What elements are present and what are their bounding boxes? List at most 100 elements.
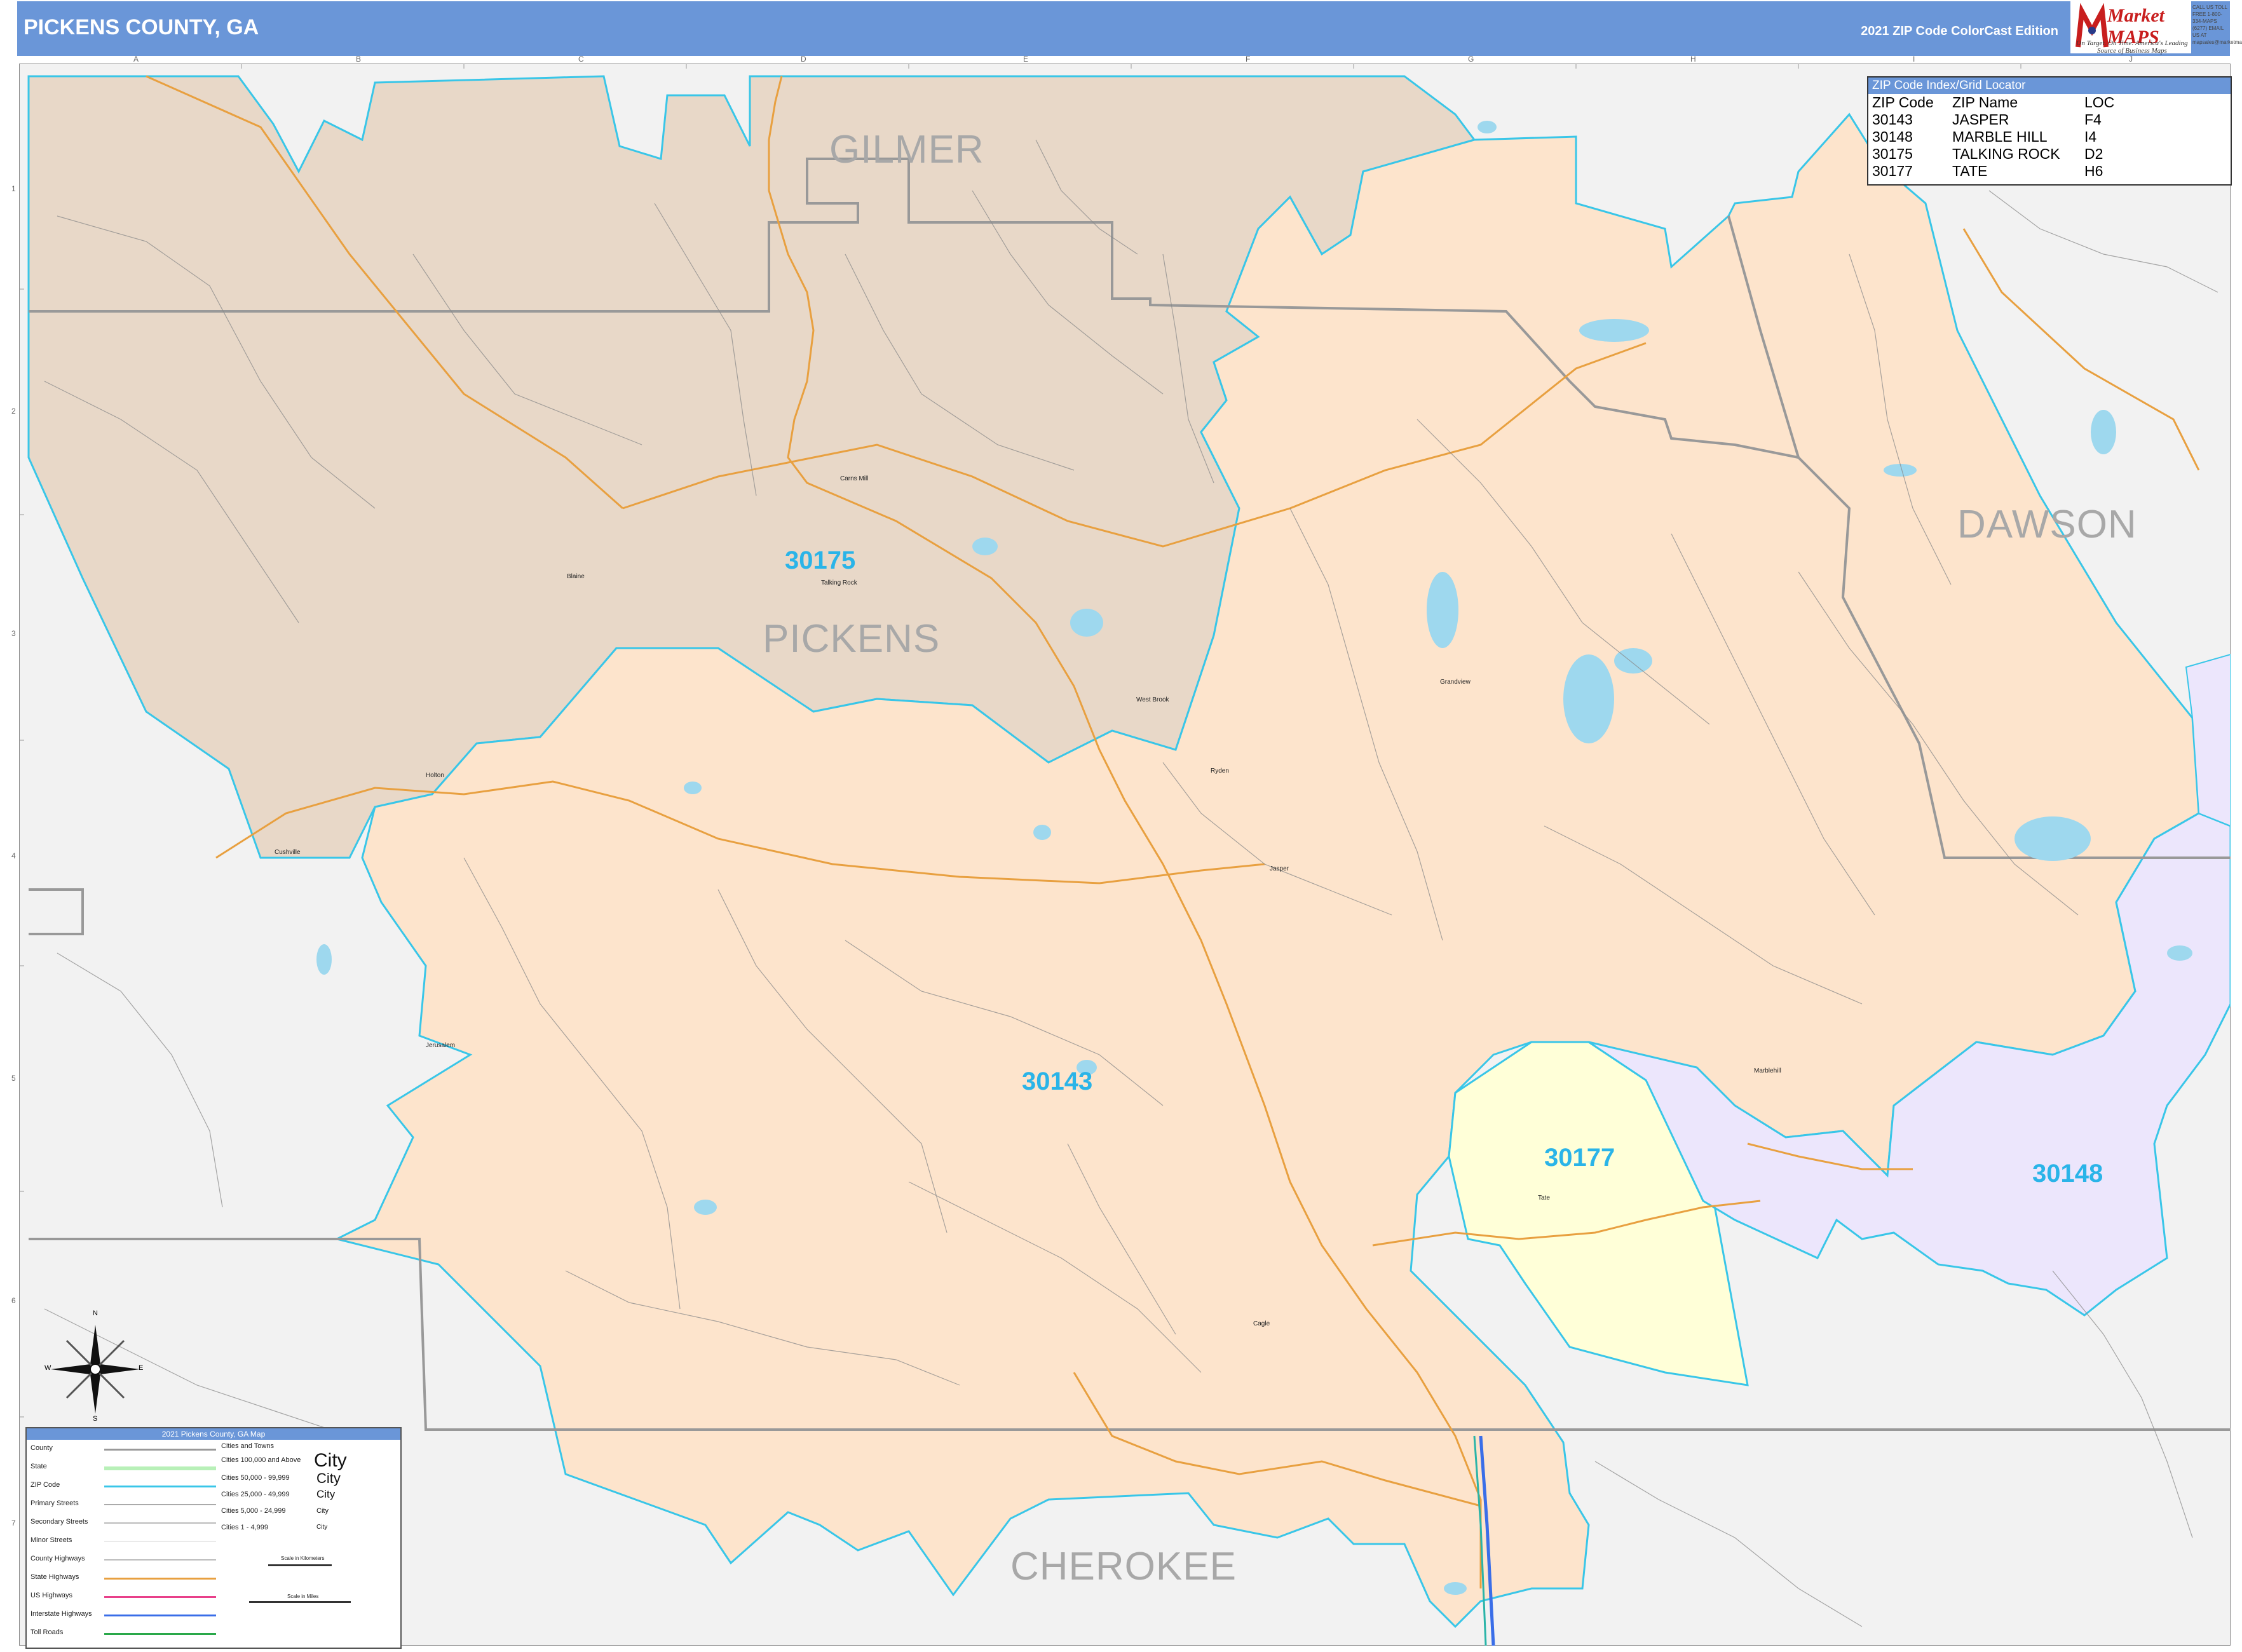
zip-loc-cell: D2 <box>2084 146 2103 162</box>
legend-swatch-secondary <box>104 1522 216 1524</box>
zip-code-cell: 30177 <box>1872 163 1913 179</box>
compass-rose-icon: N S E W <box>44 1310 146 1423</box>
legend-swatch-primary <box>104 1504 216 1505</box>
grid-col-label: F <box>1246 55 1251 64</box>
legend-item-county: County <box>31 1444 53 1452</box>
place-carns-mill: Carns Mill <box>840 475 869 482</box>
zip-index-header: LOC <box>2084 94 2115 111</box>
zip-code-cell: 30143 <box>1872 111 1913 128</box>
legend-item-minor: Minor Streets <box>31 1536 72 1544</box>
legend-item-us-hwy: US Highways <box>31 1592 73 1599</box>
zip-index-table: ZIP Code ZIP Name LOC 30143 JASPER F4 30… <box>1870 94 2117 180</box>
grid-row-label: 5 <box>11 1074 16 1083</box>
place-ryden: Ryden <box>1211 768 1229 775</box>
grid-col-label: B <box>356 55 362 64</box>
zip-name-cell: TATE <box>1952 163 1988 179</box>
table-row: 30148 MARBLE HILL I4 <box>1870 128 2117 146</box>
zip-name-cell: JASPER <box>1952 111 2009 128</box>
place-marblehill: Marblehill <box>1754 1067 1781 1074</box>
legend-city-class: Cities 100,000 and Above <box>221 1456 301 1464</box>
grid-row-label: 3 <box>11 629 16 638</box>
legend-item-interstate: Interstate Highways <box>31 1610 92 1618</box>
table-row: 30143 JASPER F4 <box>1870 111 2117 128</box>
legend-city-sample: City <box>316 1507 329 1515</box>
legend-item-state: State <box>31 1463 47 1470</box>
grid-row-label: 2 <box>11 407 16 416</box>
zip-loc-cell: I4 <box>2084 128 2097 145</box>
place-cagle: Cagle <box>1253 1320 1270 1327</box>
compass-n: N <box>93 1310 98 1317</box>
legend-swatch-state-hwy <box>104 1578 216 1580</box>
table-row: 30177 TATE H6 <box>1870 163 2117 180</box>
zip-name-cell: TALKING ROCK <box>1952 146 2060 162</box>
legend-item-state-hwy: State Highways <box>31 1573 79 1581</box>
map-title: PICKENS COUNTY, GA <box>24 15 259 39</box>
grid-col-label: E <box>1023 55 1029 64</box>
table-row: 30175 TALKING ROCK D2 <box>1870 146 2117 163</box>
map-header: PICKENS COUNTY, GA 2021 ZIP Code ColorCa… <box>17 1 2230 56</box>
zip-index-header: ZIP Name <box>1952 94 2018 111</box>
edition-label: 2021 ZIP Code ColorCast Edition <box>1861 24 2058 38</box>
legend-cities-header: Cities and Towns <box>221 1442 274 1450</box>
legend-city-class: Cities 25,000 - 49,999 <box>221 1491 290 1498</box>
grid-col-label: I <box>1913 55 1915 64</box>
map-canvas <box>19 64 2231 1646</box>
grid-col-label: G <box>1468 55 1474 64</box>
grid-row-label: 7 <box>11 1519 16 1527</box>
county-label-gilmer: GILMER <box>829 128 984 172</box>
grid-col-label: A <box>133 55 139 64</box>
grid-col-label: H <box>1690 55 1696 64</box>
legend-scale-km-bar <box>268 1564 332 1566</box>
legend-item-toll: Toll Roads <box>31 1628 64 1636</box>
market-maps-logo: Market MAPS On Target. On Time. America'… <box>2070 1 2191 55</box>
grid-row-label: 6 <box>11 1296 16 1305</box>
legend-item-county-hwy: County Highways <box>31 1555 85 1562</box>
zip-label-30148: 30148 <box>2032 1160 2103 1188</box>
grid-row-label: 4 <box>11 851 16 860</box>
legend-city-class: Cities 1 - 4,999 <box>221 1524 268 1531</box>
zip-index-header-row: ZIP Code ZIP Name LOC <box>1870 94 2117 111</box>
zip-label-30175: 30175 <box>785 546 856 574</box>
place-tate: Tate <box>1538 1195 1550 1202</box>
zip-index-header: ZIP Code <box>1872 94 1934 111</box>
grid-col-label: J <box>2129 55 2133 64</box>
grid-col-label: C <box>578 55 584 64</box>
grid-row-label: 1 <box>11 184 16 193</box>
county-label-pickens: PICKENS <box>763 617 941 661</box>
zip-code-cell: 30175 <box>1872 146 1913 162</box>
legend-item-secondary: Secondary Streets <box>31 1518 88 1526</box>
compass-w: W <box>44 1364 51 1372</box>
zip-loc-cell: H6 <box>2084 163 2103 179</box>
zip-name-cell: MARBLE HILL <box>1952 128 2048 145</box>
legend-swatch-state <box>104 1466 216 1470</box>
legend-city-class: Cities 5,000 - 24,999 <box>221 1507 286 1515</box>
county-label-cherokee: CHEROKEE <box>1010 1545 1237 1588</box>
legend-scale-km-label: Scale in Kilometers <box>281 1555 325 1561</box>
legend-scale-mi-label: Scale in Miles <box>287 1594 319 1599</box>
legend-swatch-us-hwy <box>104 1596 216 1598</box>
grid-col-label: D <box>801 55 806 64</box>
legend-item-zip: ZIP Code <box>31 1481 60 1489</box>
zip-index-panel: ZIP Code Index/Grid Locator ZIP Code ZIP… <box>1867 76 2232 186</box>
legend-city-sample: City <box>314 1450 347 1471</box>
legend-swatch-interstate <box>104 1615 216 1616</box>
place-cushville: Cushville <box>275 849 301 856</box>
legend-swatch-toll <box>104 1633 216 1635</box>
logo-contact: CALL US TOLL FREE 1-800-334-MAPS (6277) … <box>2192 4 2242 45</box>
place-jerusalem: Jerusalem <box>426 1042 456 1049</box>
compass-e: E <box>139 1364 144 1372</box>
place-blaine: Blaine <box>567 573 585 580</box>
zip-label-30177: 30177 <box>1544 1144 1615 1172</box>
legend-scale-mi-bar <box>249 1601 351 1603</box>
place-holton: Holton <box>426 772 444 779</box>
zip-index-title: ZIP Code Index/Grid Locator <box>1868 78 2231 94</box>
legend-city-sample: City <box>316 1470 341 1486</box>
zip-loc-cell: F4 <box>2084 111 2102 128</box>
legend-city-sample: City <box>316 1524 328 1531</box>
compass-s: S <box>93 1415 98 1423</box>
legend-swatch-county <box>104 1449 216 1451</box>
zip-label-30143: 30143 <box>1022 1067 1093 1095</box>
map-legend: 2021 Pickens County, GA Map County State… <box>25 1427 402 1649</box>
zip-code-cell: 30148 <box>1872 128 1913 145</box>
map-area[interactable]: A B C D E F G H I J 1 2 3 4 5 6 7 GILMER… <box>11 55 2231 1646</box>
